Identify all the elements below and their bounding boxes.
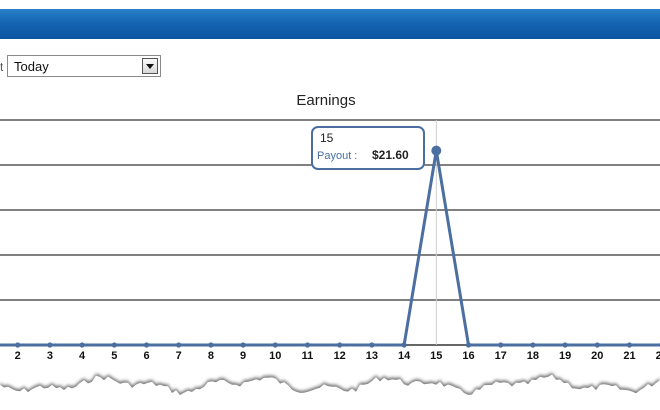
header-band bbox=[0, 9, 660, 39]
data-point bbox=[594, 342, 600, 348]
series-points bbox=[15, 145, 660, 348]
x-tick-label: 11 bbox=[302, 350, 314, 362]
x-tick-label: 8 bbox=[208, 350, 214, 362]
x-tick-label: 20 bbox=[591, 350, 603, 362]
x-axis-ticks: 12345678910111213141516171819202122 bbox=[15, 350, 660, 362]
chevron-down-icon[interactable] bbox=[142, 58, 158, 74]
data-point bbox=[272, 342, 278, 348]
x-tick-label: 17 bbox=[495, 350, 507, 362]
x-tick-label: 16 bbox=[462, 350, 474, 362]
x-tick-label: 10 bbox=[269, 350, 281, 362]
x-tick-label: 19 bbox=[559, 350, 571, 362]
x-tick-label: 6 bbox=[143, 350, 149, 362]
chart-title: Earnings bbox=[296, 92, 355, 109]
data-point bbox=[562, 342, 568, 348]
x-tick-label: 13 bbox=[366, 350, 378, 362]
filter-label-fragment: t bbox=[0, 60, 4, 74]
tooltip-series-name: Payout bbox=[317, 150, 351, 162]
data-point bbox=[208, 342, 214, 348]
x-tick-label: 22 bbox=[656, 350, 660, 362]
x-tick-label: 4 bbox=[79, 350, 86, 362]
tooltip-series-label: Payout : bbox=[317, 150, 357, 162]
data-point bbox=[530, 342, 536, 348]
data-point bbox=[47, 342, 53, 348]
period-select-value: Today bbox=[14, 59, 49, 74]
data-point bbox=[240, 342, 246, 348]
data-point bbox=[111, 342, 117, 348]
data-point-highlighted bbox=[431, 145, 442, 156]
x-tick-label: 14 bbox=[398, 350, 411, 362]
header-bar bbox=[0, 0, 660, 42]
data-point bbox=[143, 342, 150, 348]
chart-svg: Earnings 1234567891011121314151617181920… bbox=[0, 92, 660, 405]
earnings-chart: Earnings 1234567891011121314151617181920… bbox=[0, 85, 660, 405]
data-point bbox=[176, 342, 182, 348]
x-tick-label: 5 bbox=[111, 350, 117, 362]
x-tick-label: 2 bbox=[15, 350, 21, 362]
period-select[interactable]: Today bbox=[7, 55, 161, 77]
data-point bbox=[369, 342, 375, 348]
data-point bbox=[15, 342, 21, 348]
x-tick-label: 21 bbox=[623, 350, 635, 362]
series-line-payout bbox=[0, 149, 660, 347]
data-point bbox=[401, 342, 407, 348]
data-point bbox=[337, 342, 343, 348]
x-tick-label: 18 bbox=[527, 350, 539, 362]
x-tick-label: 12 bbox=[334, 350, 346, 362]
x-tick-label: 7 bbox=[176, 350, 182, 362]
data-point bbox=[626, 342, 633, 348]
x-tick-label: 3 bbox=[47, 350, 53, 362]
x-tick-label: 9 bbox=[240, 350, 246, 362]
torn-edge-decoration bbox=[0, 374, 660, 405]
chart-tooltip: 15 Payout : $21.60 bbox=[311, 126, 425, 170]
data-point bbox=[304, 342, 311, 348]
x-tick-label: 15 bbox=[430, 350, 442, 362]
tooltip-value: $21.60 bbox=[372, 148, 409, 162]
data-point bbox=[465, 342, 472, 348]
data-point bbox=[498, 342, 504, 348]
tooltip-category: 15 bbox=[320, 131, 334, 145]
data-point bbox=[79, 342, 85, 348]
